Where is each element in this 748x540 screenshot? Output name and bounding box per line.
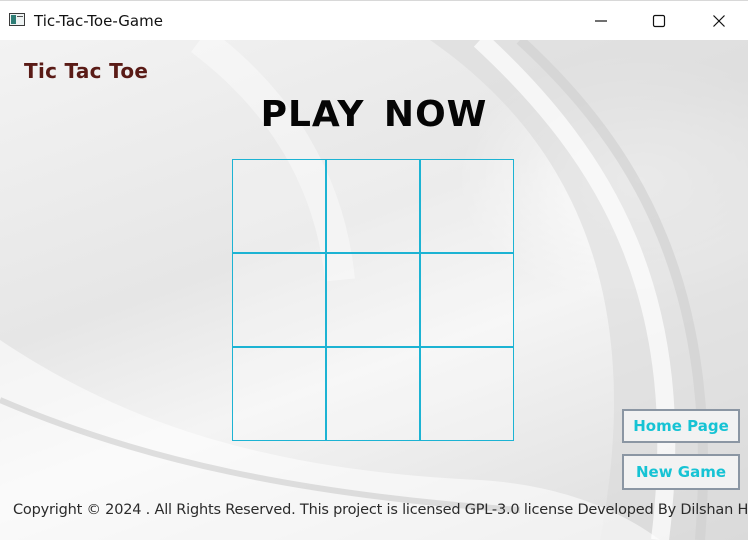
board-cell-1[interactable]	[231, 158, 326, 253]
board-cell-9[interactable]	[419, 346, 514, 441]
game-window-content: Tic Tac Toe PLAY NOW Home Page New Game …	[0, 40, 748, 540]
window-title: Tic-Tac-Toe-Game	[34, 12, 163, 30]
window-app-icon	[9, 13, 25, 26]
board-cell-5[interactable]	[325, 252, 420, 347]
board-cell-2[interactable]	[325, 158, 420, 253]
home-page-button[interactable]: Home Page	[622, 409, 740, 443]
new-game-button[interactable]: New Game	[622, 454, 740, 490]
board-cell-4[interactable]	[231, 252, 326, 347]
board-cell-7[interactable]	[231, 346, 326, 441]
close-button[interactable]	[690, 1, 748, 41]
board-cell-3[interactable]	[419, 158, 514, 253]
app-brand-title: Tic Tac Toe	[24, 59, 149, 83]
minimize-icon	[595, 20, 607, 22]
close-icon	[713, 15, 725, 27]
maximize-icon	[652, 14, 666, 28]
copyright-footer: Copyright © 2024 . All Rights Reserved. …	[13, 502, 748, 518]
board-cell-6[interactable]	[419, 252, 514, 347]
maximize-button[interactable]	[630, 1, 688, 41]
play-now-heading: PLAY NOW	[260, 94, 488, 135]
title-bar: Tic-Tac-Toe-Game	[0, 0, 748, 40]
minimize-button[interactable]	[572, 1, 630, 41]
tic-tac-toe-board	[231, 158, 515, 442]
board-cell-8[interactable]	[325, 346, 420, 441]
